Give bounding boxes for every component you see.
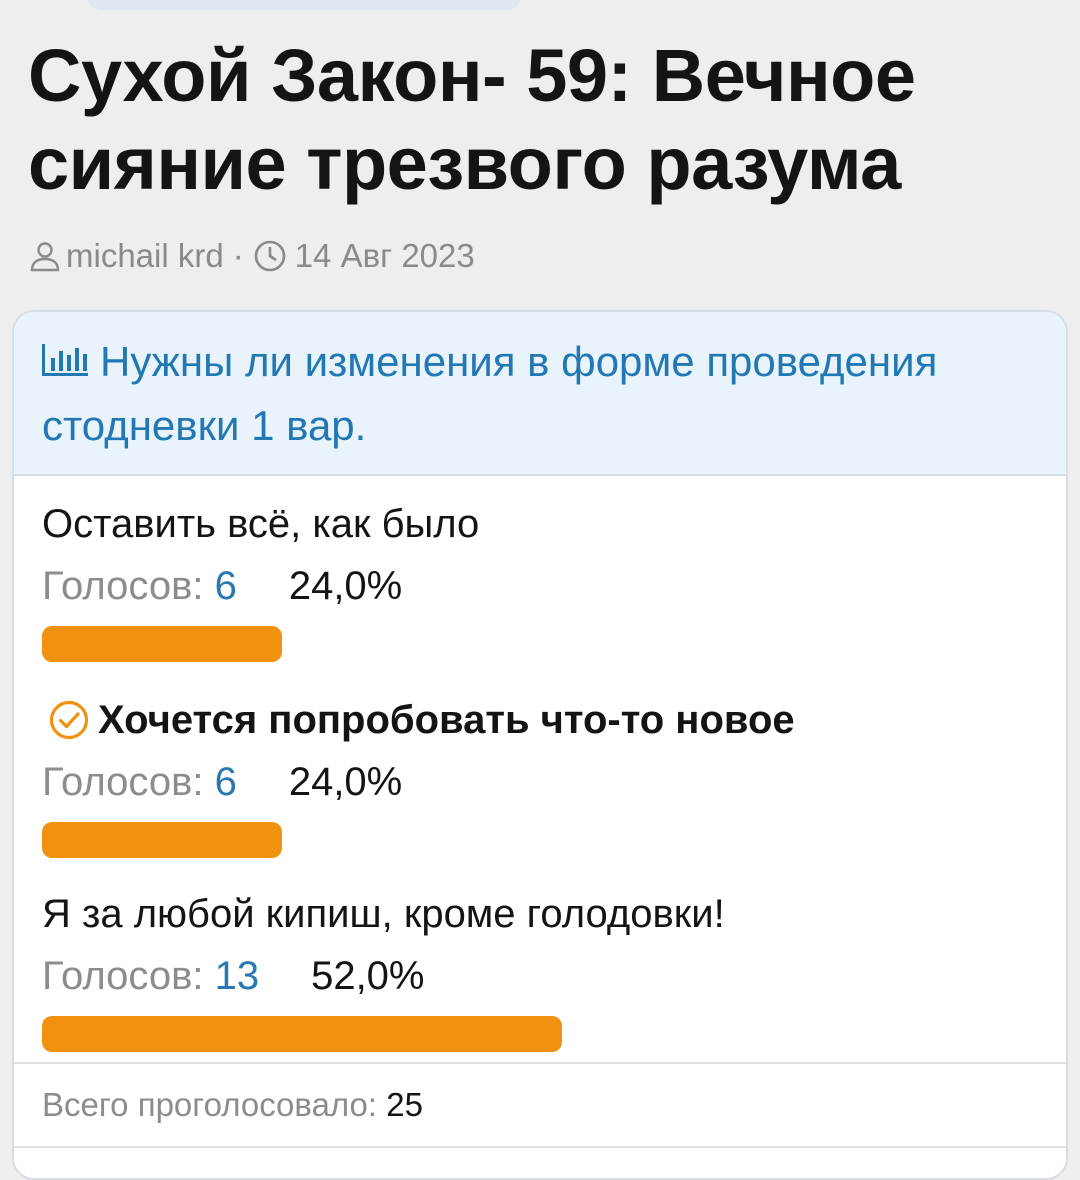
poll-option-label: Оставить всё, как было [42, 502, 480, 546]
vote-percent: 52,0% [311, 954, 425, 998]
poll-option-votes: Голосов: 6 24,0% [42, 756, 1022, 808]
poll-option: Оставить всё, как было Голосов: 6 24,0% [42, 498, 1022, 662]
poll-question-text: Нужны ли изменения в форме проведения ст… [42, 338, 938, 449]
top-tag-pill[interactable] [86, 0, 522, 10]
poll-footer: Всего проголосовало: 25 [14, 1062, 1066, 1148]
vote-percent: 24,0% [288, 564, 403, 608]
poll-card: Нужны ли изменения в форме проведения ст… [12, 310, 1068, 1180]
poll-option: Хочется попробовать что-то новое Голосов… [42, 694, 1022, 858]
poll-bar [42, 1016, 562, 1052]
votes-label: Голосов: [42, 760, 204, 804]
page-title: Сухой Закон- 59: Вечное сияние трезвого … [28, 34, 916, 205]
author-link[interactable]: michail krd [66, 237, 224, 275]
votes-count[interactable]: 6 [215, 564, 237, 608]
total-count: 25 [386, 1086, 423, 1123]
user-icon [28, 239, 62, 273]
article-meta: michail krd · 14 Авг 2023 [28, 234, 475, 278]
votes-count[interactable]: 6 [215, 760, 237, 804]
poll-option-label: Я за любой кипиш, кроме голодовки! [42, 892, 725, 936]
poll-bar [42, 626, 282, 662]
votes-label: Голосов: [42, 954, 204, 998]
poll-bar-track [42, 1016, 842, 1052]
poll-bar [42, 822, 282, 858]
poll-header: Нужны ли изменения в форме проведения ст… [14, 312, 1066, 476]
post-date[interactable]: 14 Авг 2023 [295, 237, 475, 275]
poll-option-label-chosen: Хочется попробовать что-то новое [42, 694, 1022, 746]
poll-total: Всего проголосовало: 25 [42, 1086, 423, 1124]
poll-bar-track [42, 822, 842, 858]
bar-chart-icon [42, 332, 90, 376]
check-circle-icon [48, 699, 90, 741]
poll-bar-track [42, 626, 842, 662]
votes-label: Голосов: [42, 564, 204, 608]
poll-option-votes: Голосов: 13 52,0% [42, 950, 1022, 1002]
poll-option-votes: Голосов: 6 24,0% [42, 560, 1022, 612]
poll-question: Нужны ли изменения в форме проведения ст… [42, 330, 1022, 458]
poll-option: Я за любой кипиш, кроме голодовки! Голос… [42, 888, 1022, 1052]
total-label: Всего проголосовало: [42, 1086, 378, 1123]
votes-count[interactable]: 13 [215, 954, 260, 998]
meta-separator: · [232, 237, 244, 274]
clock-icon [253, 239, 287, 273]
poll-option-label: Хочется попробовать что-то новое [98, 698, 795, 742]
vote-percent: 24,0% [288, 760, 403, 804]
